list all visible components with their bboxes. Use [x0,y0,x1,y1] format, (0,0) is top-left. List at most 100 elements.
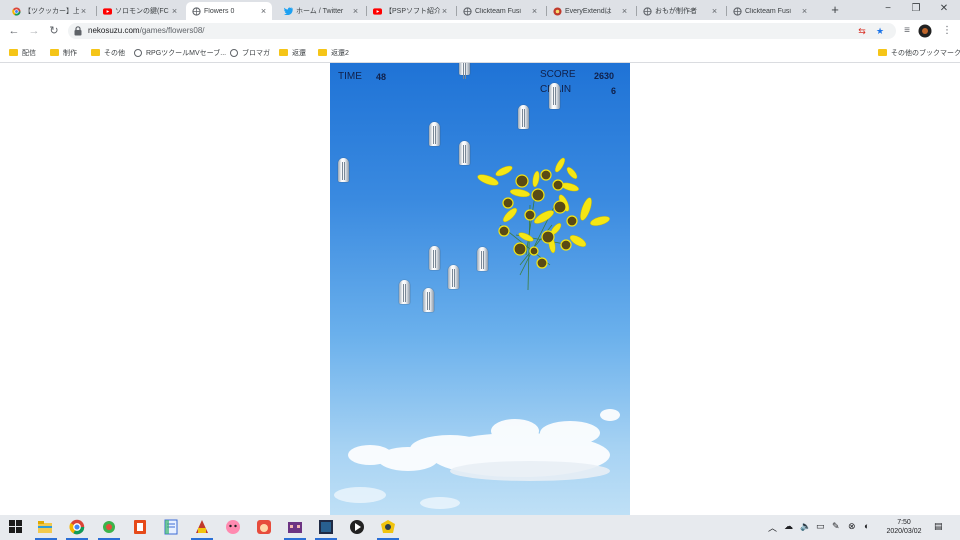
cloud-decoration [334,409,620,509]
missile-sprite [459,63,470,79]
bookmark-item[interactable]: 配信 [9,47,36,58]
avatar[interactable] [918,24,932,38]
file-explorer-icon[interactable] [37,519,53,535]
chrome-logo-icon [12,6,21,16]
sprite-app-icon[interactable] [287,519,303,535]
clickteam-app-icon[interactable] [380,519,396,535]
bookmark-star-icon[interactable]: ★ [874,25,886,37]
folder-icon [9,49,18,56]
bookmark-label: 配信 [22,49,36,57]
folder-icon [50,49,59,56]
bookmark-item[interactable]: 制作 [50,47,77,58]
taskbar: ︿ ☁ 🔈 ▭ ✎ ⊗ ◐ 7:50 2020/03/02 ▤ [0,515,960,540]
bookmarks-bar: 配信 制作 その他 RPGツクールMVセーブ... ブロマガ 返還 返還2 その… [0,42,960,63]
bookmark-item[interactable]: RPGツクールMVセーブ... [134,47,226,58]
close-window-button[interactable]: ✕ [936,2,952,16]
forward-arrow-icon[interactable]: → [27,24,41,38]
tab-title: おもが制作者 [655,8,697,15]
close-tab-icon[interactable]: × [800,6,809,16]
youtube-icon [373,7,382,16]
kebab-menu-icon[interactable]: ⋮ [940,24,954,38]
tab-strip: 【ツクッカー】上級 × ソロモンの鍵(FC × Flowers 0 × ホーム … [0,0,960,20]
globe-icon [192,6,201,16]
missile-sprite [338,158,349,182]
globe-icon [134,48,142,57]
bookmark-label: RPGツクールMVセーブ... [146,49,227,57]
terminal-app-icon[interactable] [318,519,334,535]
tab-0[interactable]: 【ツクッカー】上級 × [6,2,92,20]
close-tab-icon[interactable]: × [710,6,719,16]
bookmark-label: ブロマガ [242,49,270,57]
score-value: 2630 [594,71,615,81]
tab-8[interactable]: Clickteam Fusi × [727,2,813,20]
bookmark-label: 返還2 [331,49,349,57]
lock-icon [74,26,82,36]
media-control-icon[interactable]: ≡ [900,24,914,38]
missile-sprite [518,105,529,129]
notepad-icon[interactable] [163,519,179,535]
bookmark-item[interactable]: ブロマガ [230,47,270,58]
close-tab-icon[interactable]: × [170,6,179,16]
folder-icon [279,49,288,56]
cloud-sync-icon[interactable]: ☁ [784,521,793,532]
notification-icon[interactable]: ▤ [934,521,943,532]
tab-5[interactable]: Clickteam Fusi × [457,2,543,20]
chevron-up-icon[interactable]: ︿ [768,521,777,534]
bookmark-label: 返還 [292,49,306,57]
network-icon[interactable]: ▭ [816,521,825,532]
browser-toolbar: ← → ↻ nekosuzu.com/games/flowers08/ ⇆ ★ … [0,20,960,42]
youtube-icon [103,7,112,16]
tab-7[interactable]: おもが制作者 × [637,2,723,20]
translate-icon[interactable]: ⇆ [856,25,868,37]
pen-icon[interactable]: ✎ [832,521,840,532]
close-tab-icon[interactable]: × [530,6,539,16]
game-app-icon[interactable] [194,519,210,535]
close-tab-icon[interactable]: × [79,6,88,16]
tab-2[interactable]: Flowers 0 × [186,2,272,20]
score-label: SCORE [540,69,576,80]
time-value: 48 [376,72,387,82]
tab-6[interactable]: EveryExtendは × [547,2,633,20]
game-icon [553,6,562,16]
input-method-icon[interactable]: ◐ [864,521,869,531]
restore-button[interactable]: ❐ [908,2,924,16]
globe-icon [230,48,238,57]
game-canvas[interactable]: TIME 48 SCORE 2630 CHAIN 6 [330,63,630,515]
system-clock[interactable]: 7:50 2020/03/02 [880,518,928,536]
other-bookmarks[interactable]: その他のブックマーク [878,47,960,58]
globe-icon [643,6,652,16]
url-text: nekosuzu.com/games/flowers08/ [88,26,205,35]
bookmark-label: 制作 [63,49,77,57]
flower-explosion [477,157,610,291]
close-tab-icon[interactable]: × [440,6,449,16]
speaker-icon[interactable]: 🔈 [800,521,811,532]
tab-title: EveryExtendは [565,8,612,15]
tab-title: Flowers 0 [204,7,235,15]
tab-4[interactable]: 【PSPソフト紹介】 × [367,2,453,20]
minimize-button[interactable]: − [880,2,896,16]
close-tab-icon[interactable]: × [351,6,360,16]
character-app-icon[interactable] [256,519,272,535]
folder-icon [878,49,887,56]
close-tab-icon[interactable]: × [259,6,268,16]
page-content: TIME 48 SCORE 2630 CHAIN 6 [0,63,960,515]
bookmark-item[interactable]: 返還 [279,47,306,58]
new-tab-button[interactable]: + [829,3,841,17]
clock-time: 7:50 [897,519,911,526]
office-icon[interactable] [132,519,148,535]
tab-1[interactable]: ソロモンの鍵(FC × [97,2,183,20]
back-arrow-icon[interactable]: ← [7,24,21,38]
character-app-icon[interactable] [225,519,241,535]
missile-sprite [429,246,440,270]
settings-icon[interactable]: ⊗ [848,521,856,532]
address-bar[interactable]: nekosuzu.com/games/flowers08/ ⇆ ★ [68,23,896,39]
windows-start-icon[interactable] [9,520,22,533]
chrome-logo-icon[interactable] [69,519,85,535]
reload-icon[interactable]: ↻ [47,24,61,38]
bookmark-item[interactable]: その他 [91,47,125,58]
tab-3[interactable]: ホーム / Twitter × [278,2,364,20]
bookmark-item[interactable]: 返還2 [318,47,349,58]
green-app-icon[interactable] [101,519,117,535]
media-app-icon[interactable] [349,519,365,535]
close-tab-icon[interactable]: × [620,6,629,16]
